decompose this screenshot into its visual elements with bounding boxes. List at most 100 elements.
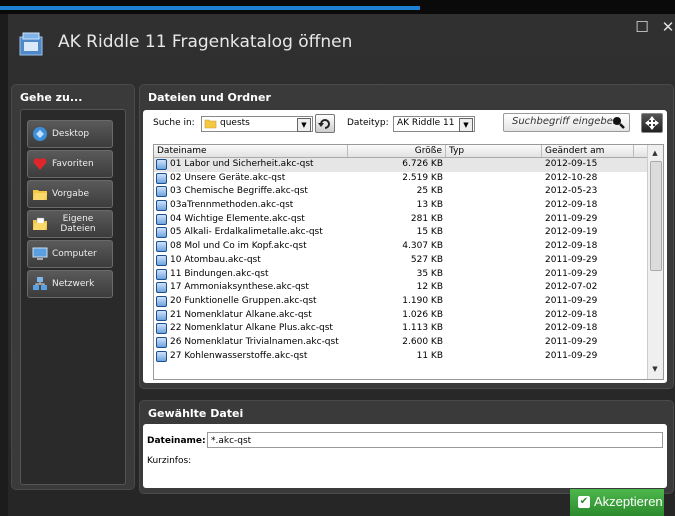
nav-my-files-button[interactable]: Eigene Dateien xyxy=(27,210,113,238)
accept-button[interactable]: ✔ Akzeptieren xyxy=(570,489,664,516)
file-icon xyxy=(156,295,167,307)
table-row[interactable]: 22 Nomenklatur Alkane Plus.akc-qst 1.113 … xyxy=(154,322,649,336)
search-input[interactable]: Suchbegriff eingeben xyxy=(503,113,630,132)
col-header-type[interactable]: Typ xyxy=(446,145,542,157)
close-button[interactable]: ✕ xyxy=(658,18,675,36)
cell-name: 03 Chemische Begriffe.akc-qst xyxy=(170,186,308,197)
cell-name: 10 Atombau.akc-qst xyxy=(170,254,261,265)
cell-date: 2012-09-18 xyxy=(545,241,598,252)
top-strip xyxy=(0,0,675,14)
cell-date: 2012-09-18 xyxy=(545,323,598,334)
maximize-button[interactable]: ☐ xyxy=(632,18,652,36)
table-row[interactable]: 10 Atombau.akc-qst 527 KB 2011-09-29 xyxy=(154,254,649,268)
info-label: Kurzinfos: xyxy=(147,456,192,466)
table-row[interactable]: 11 Bindungen.akc-qst 35 KB 2011-09-29 xyxy=(154,268,649,282)
nav-computer-button[interactable]: Computer xyxy=(27,240,113,268)
file-icon xyxy=(156,254,167,266)
col-header-name[interactable]: Dateiname xyxy=(154,145,348,157)
filetype-label: Dateityp: xyxy=(347,118,389,128)
cell-date: 2012-07-02 xyxy=(545,282,598,293)
filename-input[interactable]: *.akc-qst xyxy=(207,432,663,448)
file-icon xyxy=(156,282,167,294)
view-options-button[interactable] xyxy=(641,113,663,133)
app-icon xyxy=(19,32,43,56)
table-header: Dateiname Größe Typ Geändert am xyxy=(154,145,649,158)
nav-network-button[interactable]: Netzwerk xyxy=(27,270,113,298)
cell-type xyxy=(449,336,539,350)
cell-type xyxy=(449,213,539,227)
nav-desktop-button[interactable]: Desktop xyxy=(27,120,113,148)
scroll-up-icon[interactable]: ▲ xyxy=(650,147,660,159)
table-row[interactable]: 17 Ammoniaksynthese.akc-qst 12 KB 2012-07-… xyxy=(154,281,649,295)
file-icon xyxy=(156,323,167,335)
top-accent-bar xyxy=(0,6,420,10)
file-icon xyxy=(156,227,167,239)
cell-size: 4.307 KB xyxy=(402,241,443,252)
table-row[interactable]: 05 Alkali- Erdalkalimetalle.akc-qst 15 KB… xyxy=(154,226,649,240)
move-arrows-icon xyxy=(645,116,659,130)
vertical-scrollbar[interactable]: ▲ ▼ xyxy=(647,145,663,379)
file-rows: 01 Labor und Sicherheit.akc-qst 6.726 KB 2… xyxy=(154,158,649,363)
table-row[interactable]: 26 Nomenklatur Trivialnamen.akc-qst 2.600… xyxy=(154,336,649,350)
cell-name: 27 Kohlenwasserstoffe.akc-qst xyxy=(170,350,308,361)
nav-label: Netzwerk xyxy=(52,279,95,289)
cell-type xyxy=(449,350,539,364)
folder-icon xyxy=(33,190,47,200)
cell-type xyxy=(449,185,539,199)
refresh-button[interactable] xyxy=(315,114,335,133)
cell-size: 13 KB xyxy=(416,200,443,211)
nav-label: Favoriten xyxy=(52,159,94,169)
table-row[interactable]: 01 Labor und Sicherheit.akc-qst 6.726 KB 2… xyxy=(154,158,649,172)
cell-size: 1.190 KB xyxy=(402,295,443,306)
cell-name: 03aTrennmethoden.akc-qst xyxy=(170,200,294,211)
table-row[interactable]: 02 Unsere Geräte.akc-qst 2.519 KB 2012-10-… xyxy=(154,172,649,186)
col-header-date[interactable]: Geändert am xyxy=(542,145,634,157)
cell-name: 21 Nomenklatur Alkane.akc-qst xyxy=(170,309,312,320)
cell-date: 2012-09-18 xyxy=(545,309,598,320)
table-row[interactable]: 21 Nomenklatur Alkane.akc-qst 1.026 KB 201… xyxy=(154,309,649,323)
file-icon xyxy=(156,241,167,253)
cell-size: 11 KB xyxy=(416,350,443,361)
file-icon xyxy=(156,336,167,348)
scroll-down-icon[interactable]: ▼ xyxy=(650,363,660,375)
scroll-thumb[interactable] xyxy=(650,161,662,271)
cell-size: 15 KB xyxy=(416,227,443,238)
file-icon xyxy=(156,213,167,225)
cell-size: 281 KB xyxy=(410,213,443,224)
nav-default-button[interactable]: Vorgabe xyxy=(27,180,113,208)
file-icon xyxy=(156,172,167,184)
cell-name: 04 Wichtige Elemente.akc-qst xyxy=(170,213,305,224)
cell-name: 20 Funktionelle Gruppen.akc-qst xyxy=(170,295,317,306)
cell-size: 2.600 KB xyxy=(402,336,443,347)
table-row[interactable]: 27 Kohlenwasserstoffe.akc-qst 11 KB 2011-0… xyxy=(154,350,649,364)
cell-date: 2012-10-28 xyxy=(545,172,598,183)
filetype-select[interactable]: AK Riddle 11 ▼ xyxy=(393,116,475,132)
table-row[interactable]: 03 Chemische Begriffe.akc-qst 25 KB 2012-0… xyxy=(154,185,649,199)
cell-type xyxy=(449,295,539,309)
check-icon: ✔ xyxy=(578,496,590,508)
cell-date: 2012-09-15 xyxy=(545,159,598,169)
cell-date: 2012-09-18 xyxy=(545,200,598,211)
table-row[interactable]: 20 Funktionelle Gruppen.akc-qst 1.190 KB 2… xyxy=(154,295,649,309)
goto-list: Desktop Favoriten Vorgabe Eigene Dateien… xyxy=(20,109,126,485)
cell-name: 02 Unsere Geräte.akc-qst xyxy=(170,172,286,183)
nav-favorites-button[interactable]: Favoriten xyxy=(27,150,113,178)
cell-type xyxy=(449,254,539,268)
files-title: Dateien und Ordner xyxy=(148,91,271,104)
folder-icon xyxy=(204,119,217,129)
cell-date: 2012-05-23 xyxy=(545,186,598,197)
cell-date: 2011-09-29 xyxy=(545,295,598,306)
search-in-value: quests xyxy=(220,118,250,128)
table-row[interactable]: 08 Mol und Co im Kopf.akc-qst 4.307 KB 201… xyxy=(154,240,649,254)
cell-size: 527 KB xyxy=(410,254,443,265)
filename-label: Dateiname: xyxy=(147,436,206,446)
table-row[interactable]: 04 Wichtige Elemente.akc-qst 281 KB 2011-0… xyxy=(154,213,649,227)
col-header-size[interactable]: Größe xyxy=(348,145,446,157)
cell-size: 35 KB xyxy=(416,268,443,279)
table-row[interactable]: 03aTrennmethoden.akc-qst 13 KB 2012-09-18 xyxy=(154,199,649,213)
cell-type xyxy=(449,240,539,254)
nav-label: Computer xyxy=(52,249,97,259)
search-in-select[interactable]: quests ▼ xyxy=(201,116,313,132)
cell-type xyxy=(449,309,539,323)
cell-name: 08 Mol und Co im Kopf.akc-qst xyxy=(170,241,307,252)
